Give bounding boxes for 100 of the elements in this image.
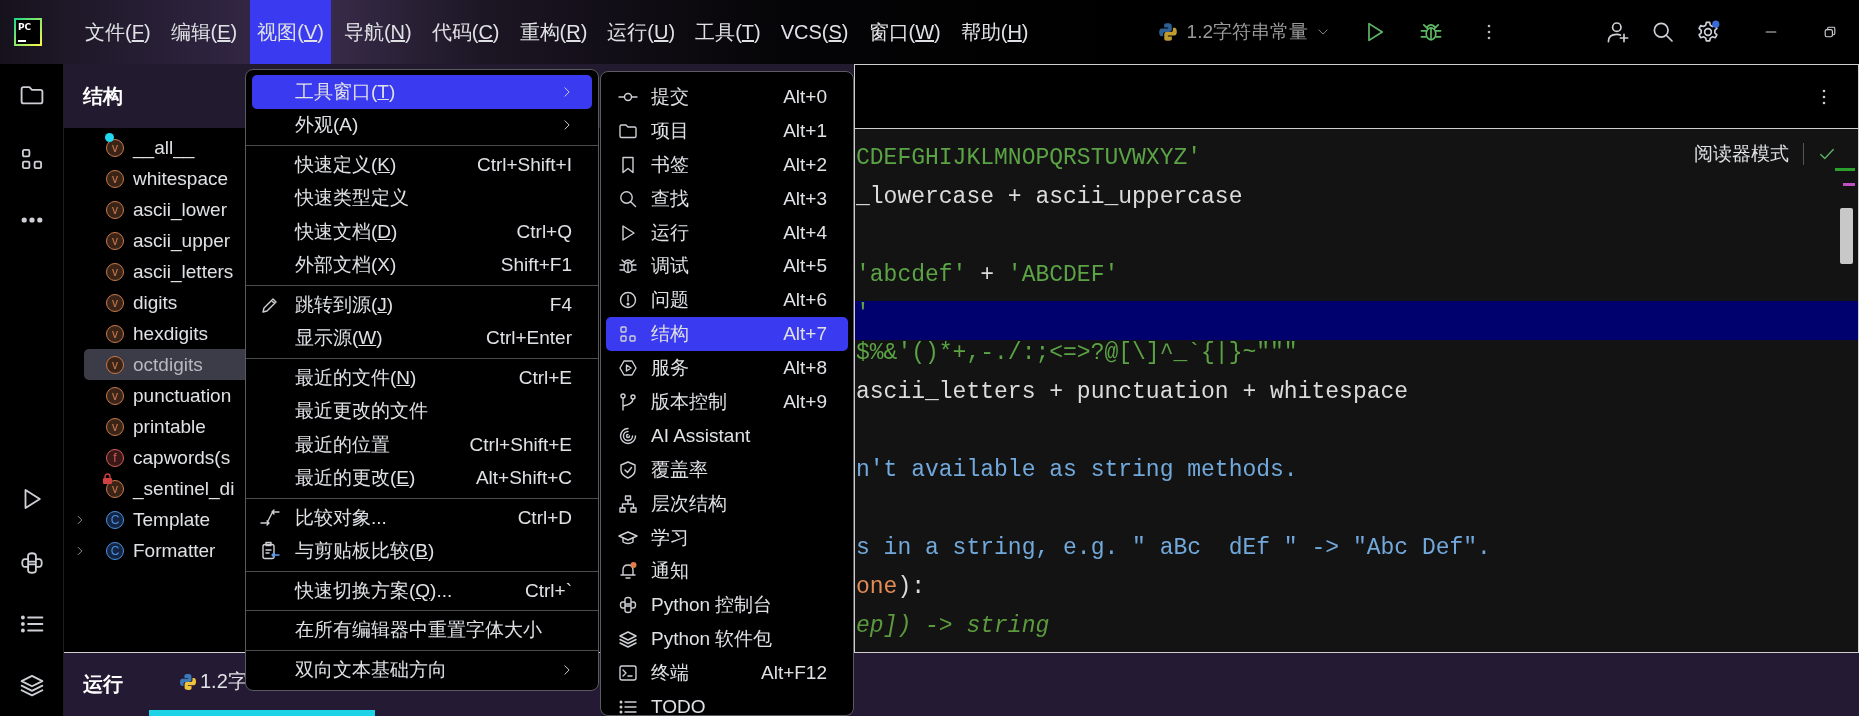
shortcut: Ctrl+Enter [485,327,572,350]
menu-item[interactable]: 工具窗口(T) [252,75,592,109]
menu-item-label: 比较对象... [295,505,387,530]
shortcut: Alt+6 [783,289,827,312]
tree-item[interactable]: v ascii_letters [84,256,245,287]
reader-mode-button[interactable]: 阅读器模式 [1694,141,1789,167]
shortcut: Alt+8 [783,357,827,380]
menu-bar-item[interactable]: 运行(U) [600,0,683,64]
shortcut: Ctrl+Shift+E [469,433,572,456]
menu-item[interactable]: 外部文档(X) Shift+F1 [252,248,592,282]
menu-item-label: 快速类型定义 [295,186,409,211]
restore-icon[interactable] [1822,24,1838,40]
tree-item[interactable]: C Template [84,504,245,535]
variable-icon: v [106,324,124,343]
menu-item[interactable]: 最近的位置 Ctrl+Shift+E [252,428,592,462]
menu-item[interactable]: 与剪贴板比较(B) [252,534,592,568]
menu-item[interactable]: 层次结构 [606,486,848,521]
tree-item[interactable]: v ascii_upper [84,225,245,256]
menu-item[interactable]: 快速文档(D) Ctrl+Q [252,215,592,249]
variable-icon: v [106,386,124,405]
menu-item-label: 在所有编辑器中重置字体大小 [295,618,542,643]
layers-icon[interactable] [18,672,45,698]
add-user-icon[interactable] [1606,20,1630,44]
menu-item[interactable]: 书签 Alt+2 [606,147,848,182]
menu-item-label: 工具窗口(T) [295,79,396,104]
menu-item[interactable]: 外观(A) [252,108,592,142]
menu-item-label: 层次结构 [651,491,727,516]
python-icon [1156,21,1179,43]
code-line: s in a string, e.g. " aBc dEf " -> "Abc Def". [856,535,1491,561]
menu-item-label: Python 软件包 [651,627,773,652]
menu-bar-item[interactable]: 窗口(W) [861,0,948,64]
menu-item[interactable]: 显示源(W) Ctrl+Enter [252,321,592,355]
menu-bar-item[interactable]: 编辑(E) [163,0,245,64]
tree-item[interactable]: C Formatter [84,535,245,566]
menu-bar-item[interactable]: 帮助(H) [953,0,1036,64]
menu-bar-item[interactable]: 文件(F) [78,0,158,64]
shortcut: Alt+7 [783,323,827,346]
menu-item[interactable]: 服务 Alt+8 [606,351,848,385]
menu-bar-item[interactable]: 重构(R) [512,0,595,64]
run-configuration[interactable]: 1.2字符串常量 [1186,19,1308,45]
shortcut: F4 [549,293,572,316]
tree-item[interactable]: v hexdigits [84,318,245,349]
code-line: ascii_letters + punctuation + whitespace [856,379,1409,405]
menu-item[interactable]: 最近的更改(E) Alt+Shift+C [252,461,592,495]
app-logo[interactable]: PC [14,18,42,46]
tree-item[interactable]: v __all__ [84,132,245,163]
shortcut: Alt+1 [783,119,827,142]
code-line: ' [856,301,870,327]
tree-item[interactable]: v _sentinel_di [84,473,245,504]
layers-icon [618,629,638,650]
menu-item-label: 最近的文件(N) [295,365,417,390]
menu-item[interactable]: 比较对象... Ctrl+D [252,501,592,535]
menu-item[interactable]: 项目 Alt+1 [606,113,848,148]
menu-item[interactable]: 跳转到源(J) F4 [252,288,592,322]
menu-item[interactable]: 问题 Alt+6 [606,283,848,318]
menu-item[interactable]: 双向文本基础方向 [252,653,592,687]
menu-bar-item[interactable]: 代码(C) [424,0,507,64]
menu-item[interactable]: 快速定义(K) Ctrl+Shift+I [252,148,592,182]
search-icon[interactable] [1651,20,1675,44]
shield-icon [618,459,638,480]
scrollbar-thumb[interactable] [1840,208,1853,264]
menu-item[interactable]: 在所有编辑器中重置字体大小 [252,613,592,647]
tree-item[interactable]: v octdigits [84,349,245,380]
menu-item[interactable]: 学习 [606,520,848,555]
settings-icon[interactable] [1696,20,1720,44]
variable-icon: v [106,200,124,219]
menu-item[interactable]: 调试 Alt+5 [606,249,848,284]
code-line: ep]) -> string [856,613,1050,639]
tree-item[interactable]: f capwords(s [84,442,245,473]
menu-item-label: 快速定义(K) [295,152,397,177]
menu-item[interactable]: TODO [606,690,848,715]
menu-item[interactable]: 结构 Alt+7 [606,317,848,352]
menu-item[interactable]: 最近的文件(N) Ctrl+E [252,361,592,395]
menu-item-label: AI Assistant [651,424,751,447]
tree-item[interactable]: v whitespace [84,163,245,194]
menu-item[interactable]: Python 控制台 [606,588,848,623]
shortcut: Alt+0 [783,85,827,108]
menu-item[interactable]: 通知 [606,554,848,589]
menu-item[interactable]: 最近更改的文件 [252,394,592,428]
menu-item[interactable]: 运行 Alt+4 [606,215,848,250]
python-icon[interactable] [18,550,45,576]
menu-item[interactable]: 查找 Alt+3 [606,181,848,216]
menu-item[interactable]: 版本控制 Alt+9 [606,385,848,419]
tree-item[interactable]: v digits [84,287,245,318]
shortcut: Alt+5 [783,255,827,278]
menu-item[interactable]: 提交 Alt+0 [606,80,848,114]
menu-bar-item[interactable]: 导航(N) [336,0,419,64]
tree-item[interactable]: v ascii_lower [84,194,245,225]
menu-item[interactable]: Python 软件包 [606,622,848,657]
menu-item[interactable]: 快速类型定义 [252,181,592,215]
menu-bar-item[interactable]: 工具(T) [688,0,768,64]
menu-item[interactable]: 覆盖率 [606,452,848,487]
menu-item-label: 学习 [651,525,689,550]
menu-item[interactable]: 终端 Alt+F12 [606,656,848,691]
menu-bar-item[interactable]: 视图(V) [250,0,331,64]
menu-item[interactable]: AI Assistant [606,418,848,453]
tree-item[interactable]: v printable [84,411,245,442]
menu-bar-item[interactable]: VCS(S) [773,0,856,64]
menu-item[interactable]: 快速切换方案(Q)... Ctrl+` [252,574,592,608]
tree-item[interactable]: v punctuation [84,380,245,411]
